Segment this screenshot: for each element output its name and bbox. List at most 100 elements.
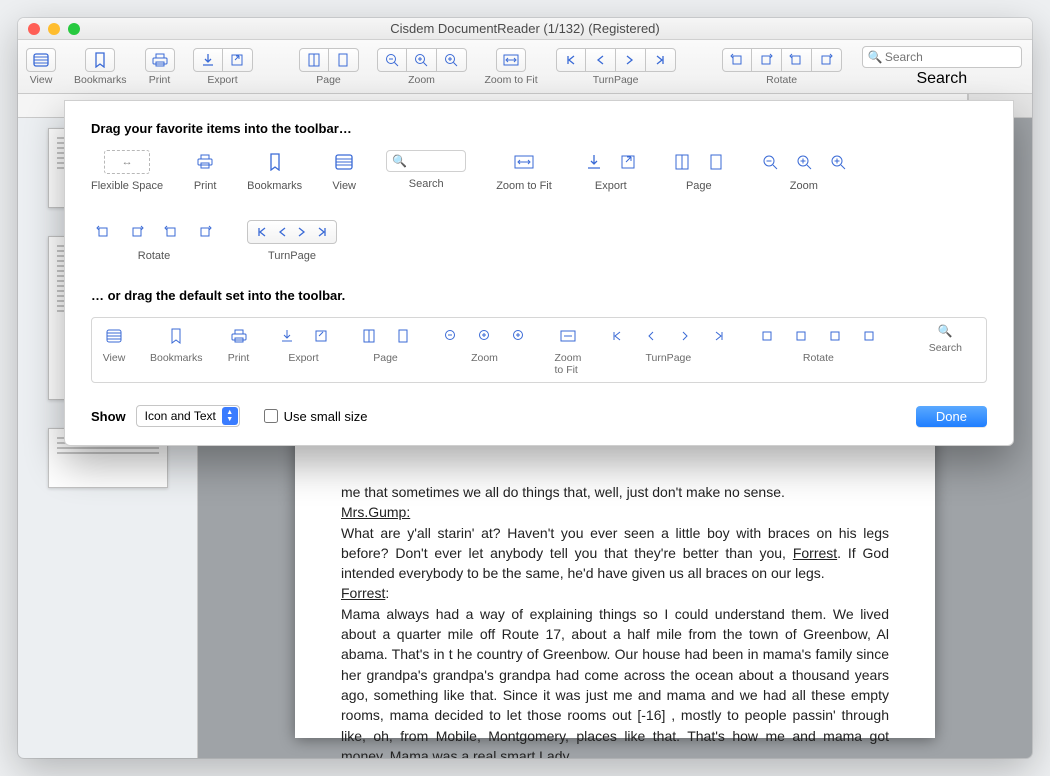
page-single-icon [704, 150, 728, 174]
rotate-icon [857, 324, 881, 348]
done-button[interactable]: Done [916, 406, 987, 427]
export-label: Export [207, 74, 237, 86]
first-icon [252, 220, 272, 244]
bookmarks-button[interactable] [85, 48, 115, 72]
titlebar: Cisdem DocumentReader (1/132) (Registere… [18, 18, 1032, 40]
bookmark-icon [263, 150, 287, 174]
zoom-in-icon [826, 150, 850, 174]
page-single-icon [391, 324, 415, 348]
zoom-to-fit-button[interactable] [496, 48, 526, 72]
turnpage-label: TurnPage [593, 74, 639, 86]
rotate-icon [755, 324, 779, 348]
app-window: Cisdem DocumentReader (1/132) (Registere… [18, 18, 1032, 758]
print-button[interactable] [145, 48, 175, 72]
last-icon [312, 220, 332, 244]
window-title: Cisdem DocumentReader (1/132) (Registere… [18, 21, 1032, 36]
next-icon [292, 220, 312, 244]
rotate-icon [125, 220, 149, 244]
doc-text: Lady [539, 748, 568, 758]
share-icon [616, 150, 640, 174]
item-bookmarks[interactable]: Bookmarks [247, 150, 302, 192]
zoom-to-fit-label: Zoom to Fit [485, 74, 538, 86]
item-page[interactable]: Page [670, 150, 728, 192]
item-print[interactable]: Print [193, 150, 217, 192]
zoom-actual-button[interactable] [407, 48, 437, 72]
customize-heading: Drag your favorite items into the toolba… [91, 121, 987, 136]
item-rotate[interactable]: Rotate [91, 220, 217, 262]
chevron-updown-icon: ▲▼ [222, 407, 238, 425]
search-icon: 🔍 [868, 50, 883, 64]
view-icon [102, 324, 126, 348]
rotate-label: Rotate [766, 74, 797, 86]
main-toolbar: View Bookmarks Print Export Page Zoom Zo… [18, 40, 1032, 94]
item-flexible-space[interactable]: ↔Flexible Space [91, 150, 163, 192]
page-label: Page [316, 74, 341, 86]
zoom-label: Zoom [408, 74, 435, 86]
bookmarks-label: Bookmarks [74, 74, 127, 86]
rotate-icon [159, 220, 183, 244]
download-icon [582, 150, 606, 174]
print-icon [193, 150, 217, 174]
next-page-button[interactable] [616, 48, 646, 72]
zoom-in-icon [507, 324, 531, 348]
default-toolbar-set[interactable]: View Bookmarks Print Export Page Zoom Zo… [91, 317, 987, 383]
rotate-icon [789, 324, 813, 348]
bookmark-icon [164, 324, 188, 348]
search-input[interactable] [862, 46, 1022, 68]
rotate-icon [91, 220, 115, 244]
last-page-button[interactable] [646, 48, 676, 72]
show-select[interactable]: Icon and Text ▲▼ [136, 405, 240, 427]
download-icon [275, 324, 299, 348]
first-icon [605, 324, 629, 348]
page-split-icon [357, 324, 381, 348]
last-icon [707, 324, 731, 348]
rotate-2-button[interactable] [752, 48, 782, 72]
rotate-4-button[interactable] [812, 48, 842, 72]
doc-text: me that sometimes we all do things that,… [341, 484, 785, 500]
item-turnpage[interactable]: TurnPage [247, 220, 337, 262]
view-icon [332, 150, 356, 174]
share-icon [309, 324, 333, 348]
rotate-1-button[interactable] [722, 48, 752, 72]
zoom-out-button[interactable] [377, 48, 407, 72]
rotate-icon [193, 220, 217, 244]
item-export[interactable]: Export [582, 150, 640, 192]
doc-text: Forrest [793, 545, 837, 561]
prev-page-button[interactable] [586, 48, 616, 72]
first-page-button[interactable] [556, 48, 586, 72]
view-label: View [30, 74, 53, 86]
zoom-actual-icon [473, 324, 497, 348]
search-icon: 🔍 [392, 154, 407, 168]
zoom-fit-icon [512, 150, 536, 174]
prev-icon [639, 324, 663, 348]
zoom-out-icon [439, 324, 463, 348]
doc-text: Mama always had a way of explaining thin… [341, 606, 889, 758]
search-label: Search [916, 70, 967, 88]
small-size-checkbox[interactable]: Use small size [264, 409, 368, 424]
rotate-3-button[interactable] [782, 48, 812, 72]
doc-speaker: Forrest [341, 585, 385, 601]
view-button[interactable] [26, 48, 56, 72]
zoom-actual-icon [792, 150, 816, 174]
print-label: Print [149, 74, 171, 86]
page-single-button[interactable] [299, 48, 329, 72]
customize-toolbar-sheet: Drag your favorite items into the toolba… [64, 100, 1014, 446]
rotate-icon [823, 324, 847, 348]
zoom-fit-icon [556, 324, 580, 348]
item-zoom-to-fit[interactable]: Zoom to Fit [496, 150, 552, 192]
export-download-button[interactable] [193, 48, 223, 72]
doc-speaker: Mrs.Gump: [341, 504, 410, 520]
zoom-in-button[interactable] [437, 48, 467, 72]
print-icon [227, 324, 251, 348]
item-search[interactable]: 🔍Search [386, 150, 466, 192]
customize-heading-2: … or drag the default set into the toolb… [91, 288, 987, 303]
export-share-button[interactable] [223, 48, 253, 72]
page-continuous-button[interactable] [329, 48, 359, 72]
zoom-out-icon [758, 150, 782, 174]
show-label: Show [91, 409, 126, 424]
prev-icon [272, 220, 292, 244]
page-split-icon [670, 150, 694, 174]
item-zoom[interactable]: Zoom [758, 150, 850, 192]
item-view[interactable]: View [332, 150, 356, 192]
next-icon [673, 324, 697, 348]
